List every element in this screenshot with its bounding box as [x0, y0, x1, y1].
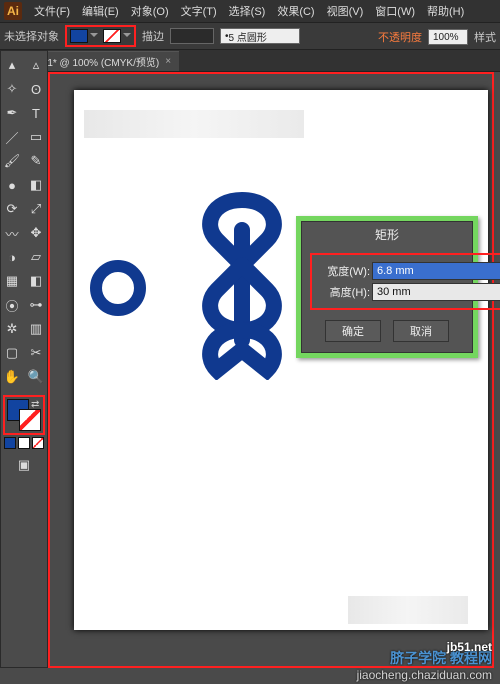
tool-scale[interactable]: ⤢: [25, 198, 47, 220]
watermark-site: jb51.net: [447, 640, 492, 654]
menu-select[interactable]: 选择(S): [223, 1, 272, 21]
workspace-highlight: [48, 72, 494, 668]
placeholder-rect-bottom: [348, 596, 468, 624]
tool-slice[interactable]: ✂: [25, 342, 47, 364]
swatch-white[interactable]: [18, 437, 30, 449]
close-icon[interactable]: ×: [165, 56, 171, 67]
tool-gradient[interactable]: ◧: [25, 270, 47, 292]
artboard[interactable]: [74, 90, 488, 630]
menu-type[interactable]: 文字(T): [175, 1, 223, 21]
tool-zoom[interactable]: 🔍: [25, 366, 47, 388]
menu-help[interactable]: 帮助(H): [421, 1, 470, 21]
tool-lasso[interactable]: ʘ: [25, 78, 47, 100]
tool-pencil[interactable]: ✎: [25, 150, 47, 172]
chevron-down-icon[interactable]: [90, 33, 98, 39]
tool-artboard[interactable]: ▢: [1, 342, 23, 364]
tool-eyedropper[interactable]: ⦿: [1, 294, 23, 316]
highlight-fill-stroke: [65, 25, 136, 47]
toolbox: ▴▵ ✧ʘ ✒T ／▭ 🖌✎ ●◧ ⟳⤢ 〰✥ ◑▱ ▦◧ ⦿⊶ ✲▥ ▢✂ ✋…: [0, 50, 48, 668]
swatch-none[interactable]: [32, 437, 44, 449]
tool-perspective[interactable]: ▱: [25, 246, 47, 268]
ok-button[interactable]: 确定: [325, 320, 381, 342]
tool-hand[interactable]: ✋: [1, 366, 23, 388]
cancel-button[interactable]: 取消: [393, 320, 449, 342]
stroke-weight-field[interactable]: [170, 28, 214, 44]
stroke-label: 描边: [142, 28, 164, 44]
tool-blob[interactable]: ●: [1, 174, 23, 196]
menu-view[interactable]: 视图(V): [321, 1, 370, 21]
placeholder-rect-top: [84, 110, 304, 138]
rectangle-dialog: 矩形 宽度(W): 高度(H): ⛓: [296, 216, 478, 358]
tool-pen[interactable]: ✒: [1, 102, 23, 124]
opacity-label: 不透明度: [378, 29, 422, 45]
dialog-title: 矩形: [302, 222, 472, 247]
tool-brush[interactable]: 🖌: [1, 150, 23, 172]
width-label: 宽度(W):: [316, 263, 372, 279]
no-selection-label: 未选择对象: [4, 28, 59, 44]
stroke-swatch-control[interactable]: [102, 28, 132, 44]
color-stack[interactable]: ⇄: [7, 399, 41, 431]
fill-swatch-control[interactable]: [69, 28, 99, 44]
menu-file[interactable]: 文件(F): [28, 1, 76, 21]
tool-rotate[interactable]: ⟳: [1, 198, 23, 220]
tool-selection[interactable]: ▴: [1, 54, 23, 76]
drawn-knot-shape[interactable]: [182, 190, 302, 380]
watermark-url: jiaocheng.chaziduan.com: [357, 668, 492, 682]
style-label: 样式: [474, 29, 496, 45]
tool-line[interactable]: ／: [1, 126, 23, 148]
tool-symbol[interactable]: ✲: [1, 318, 23, 340]
menu-edit[interactable]: 编辑(E): [76, 1, 125, 21]
drawn-circle[interactable]: [90, 260, 146, 316]
opacity-field[interactable]: 100%: [428, 29, 468, 45]
height-input[interactable]: [372, 283, 500, 301]
fill-color-swatch[interactable]: [70, 29, 88, 43]
screen-mode[interactable]: ▣: [13, 454, 35, 476]
swap-colors-icon[interactable]: ⇄: [31, 399, 41, 409]
tool-blend[interactable]: ⊶: [25, 294, 47, 316]
tool-rectangle[interactable]: ▭: [25, 126, 47, 148]
menu-object[interactable]: 对象(O): [125, 1, 175, 21]
highlight-dimension-fields: 宽度(W): 高度(H):: [310, 253, 500, 310]
width-input[interactable]: [372, 262, 500, 280]
height-label: 高度(H):: [316, 284, 372, 300]
control-bar: 未选择对象 描边 • 5 点圆形 不透明度 100% 样式: [0, 22, 500, 50]
swatch-blue[interactable]: [4, 437, 16, 449]
menu-effect[interactable]: 效果(C): [271, 1, 320, 21]
tool-direct-select[interactable]: ▵: [25, 54, 47, 76]
brush-def-text: 5 点圆形: [229, 29, 267, 44]
tool-shape-builder[interactable]: ◑: [1, 246, 23, 268]
tool-type[interactable]: T: [25, 102, 47, 124]
default-swatches: [4, 437, 44, 449]
menu-window[interactable]: 窗口(W): [369, 1, 421, 21]
app-icon: Ai: [4, 2, 22, 20]
chevron-down-icon[interactable]: [123, 33, 131, 39]
tool-graph[interactable]: ▥: [25, 318, 47, 340]
stroke-none-swatch[interactable]: [103, 29, 121, 43]
tool-mesh[interactable]: ▦: [1, 270, 23, 292]
menubar: Ai 文件(F) 编辑(E) 对象(O) 文字(T) 选择(S) 效果(C) 视…: [0, 0, 500, 22]
stroke-swatch[interactable]: [19, 409, 41, 431]
document-tab-bar: 未标题-1* @ 100% (CMYK/预览) ×: [0, 50, 500, 72]
tool-magic-wand[interactable]: ✧: [1, 78, 23, 100]
tool-width[interactable]: 〰: [1, 222, 23, 244]
brush-definition-field[interactable]: • 5 点圆形: [220, 28, 300, 44]
tool-free-transform[interactable]: ✥: [25, 222, 47, 244]
tool-eraser[interactable]: ◧: [25, 174, 47, 196]
highlight-color-controls: ⇄: [3, 395, 45, 435]
